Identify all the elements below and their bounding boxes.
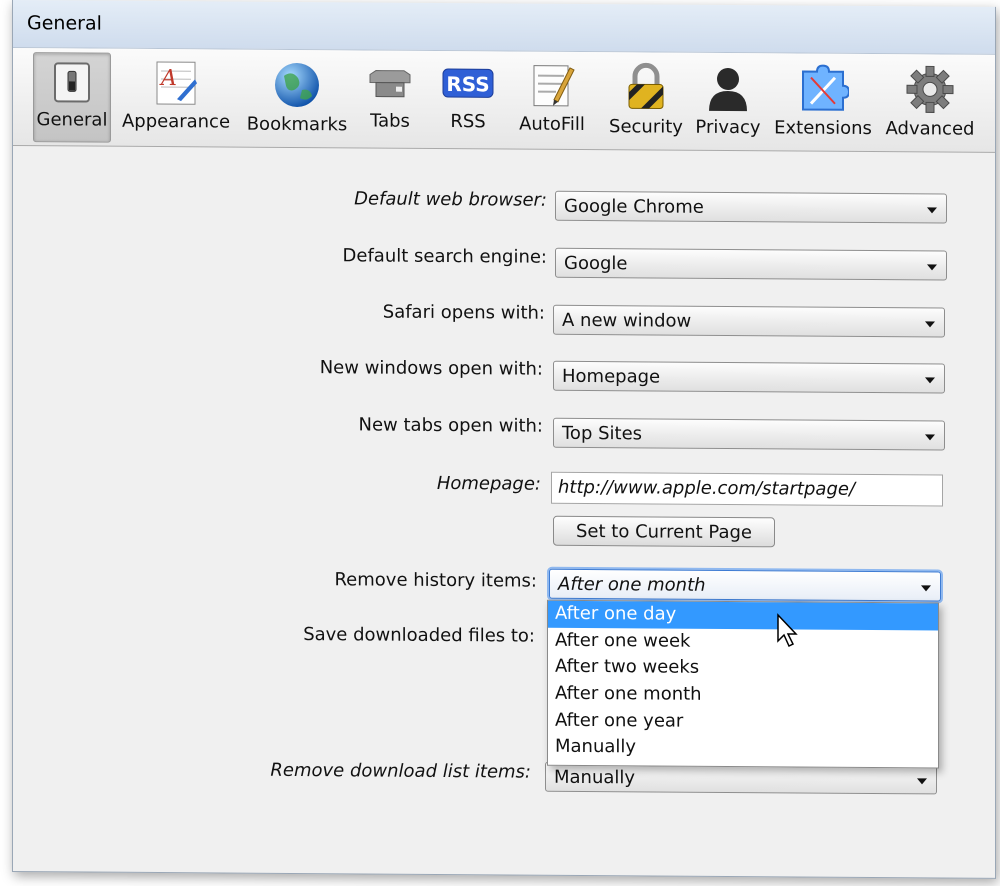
chevron-down-icon xyxy=(925,434,935,441)
menu-item-manually[interactable]: Manually xyxy=(548,734,938,763)
tab-security[interactable]: Security xyxy=(601,56,691,147)
person-silhouette-icon xyxy=(709,67,747,112)
remove-download-label: Remove download list items: xyxy=(270,759,531,783)
default-browser-value: Google Chrome xyxy=(564,195,704,218)
preferences-toolbar: General A Appearance Bookmarks Tabs RSS … xyxy=(13,48,995,153)
history-options-menu: After one day After one week After two w… xyxy=(547,599,939,769)
save-downloads-label: Save downloaded files to: xyxy=(303,624,535,647)
safari-opens-label: Safari opens with: xyxy=(382,301,545,324)
new-tabs-popup[interactable]: Top Sites xyxy=(553,417,945,451)
tab-label: RSS xyxy=(450,111,486,133)
tab-bookmarks[interactable]: Bookmarks xyxy=(243,54,351,145)
new-tabs-label: New tabs open with: xyxy=(358,414,544,437)
menu-item-after-one-month[interactable]: After one month xyxy=(548,681,938,710)
chevron-down-icon xyxy=(925,321,935,328)
search-engine-label: Default search engine: xyxy=(342,245,547,268)
menu-item-after-one-week[interactable]: After one week xyxy=(548,627,938,656)
menu-item-after-two-weeks[interactable]: After two weeks xyxy=(548,654,938,683)
tab-extensions[interactable]: Extensions xyxy=(774,57,872,148)
tab-general[interactable]: General xyxy=(33,52,111,143)
rss-badge-text: RSS xyxy=(446,72,489,96)
title-bar[interactable]: General xyxy=(13,0,995,55)
tab-autofill[interactable]: AutoFill xyxy=(515,56,589,147)
mouse-pointer-icon xyxy=(777,613,798,648)
tab-label: Appearance xyxy=(121,110,231,133)
remove-history-value: After one month xyxy=(558,573,706,596)
tab-label: General xyxy=(36,109,108,131)
tab-label: Tabs xyxy=(370,110,410,132)
search-engine-popup[interactable]: Google xyxy=(555,247,947,281)
remove-history-popup[interactable]: After one month xyxy=(549,568,941,602)
tab-advanced[interactable]: Advanced xyxy=(881,58,979,149)
tab-label: Extensions xyxy=(774,117,872,140)
search-engine-value: Google xyxy=(564,252,628,275)
tab-appearance[interactable]: A Appearance xyxy=(119,53,233,144)
homepage-field[interactable]: http://www.apple.com/startpage/ xyxy=(551,471,943,507)
chevron-down-icon xyxy=(927,264,937,271)
chevron-down-icon xyxy=(927,207,937,214)
new-windows-value: Homepage xyxy=(562,365,661,388)
new-windows-popup[interactable]: Homepage xyxy=(553,360,945,394)
toggle-switch-icon xyxy=(54,62,90,103)
font-appearance-icon: A xyxy=(156,61,197,105)
chevron-down-icon xyxy=(917,778,927,785)
new-windows-label: New windows open with: xyxy=(319,357,543,380)
tab-rss[interactable]: RSS RSS xyxy=(433,55,503,145)
default-browser-popup[interactable]: Google Chrome xyxy=(555,190,947,224)
menu-item-after-one-year[interactable]: After one year xyxy=(548,707,938,736)
window-title: General xyxy=(27,12,102,35)
tab-label: AutoFill xyxy=(519,113,585,135)
tab-label: Advanced xyxy=(885,118,975,140)
chevron-down-icon xyxy=(921,585,931,592)
svg-text:A: A xyxy=(159,66,177,91)
set-to-current-page-button[interactable]: Set to Current Page xyxy=(553,515,775,548)
new-tabs-value: Top Sites xyxy=(562,422,643,445)
remove-download-value: Manually xyxy=(554,766,636,789)
autofill-form-icon xyxy=(533,65,575,107)
menu-item-after-one-day[interactable]: After one day xyxy=(548,600,938,631)
padlock-icon xyxy=(628,62,664,110)
tab-label: Privacy xyxy=(695,116,761,139)
remove-history-label: Remove history items: xyxy=(334,569,537,592)
tabs-icon xyxy=(369,70,411,98)
chevron-down-icon xyxy=(925,377,935,384)
preferences-window: General General A Appearance Bookmarks T… xyxy=(12,0,996,879)
globe-icon xyxy=(275,62,319,107)
rss-icon: RSS xyxy=(442,68,494,98)
safari-opens-popup[interactable]: A new window xyxy=(553,304,945,338)
tab-tabs[interactable]: Tabs xyxy=(361,54,419,144)
gear-icon xyxy=(906,65,954,113)
homepage-label: Homepage: xyxy=(436,472,541,495)
default-browser-label: Default web browser: xyxy=(354,188,547,211)
puzzle-compass-icon xyxy=(802,64,849,111)
tab-privacy[interactable]: Privacy xyxy=(693,57,763,147)
safari-opens-value: A new window xyxy=(562,309,692,332)
tab-label: Bookmarks xyxy=(246,113,348,136)
tab-label: Security xyxy=(609,116,683,138)
